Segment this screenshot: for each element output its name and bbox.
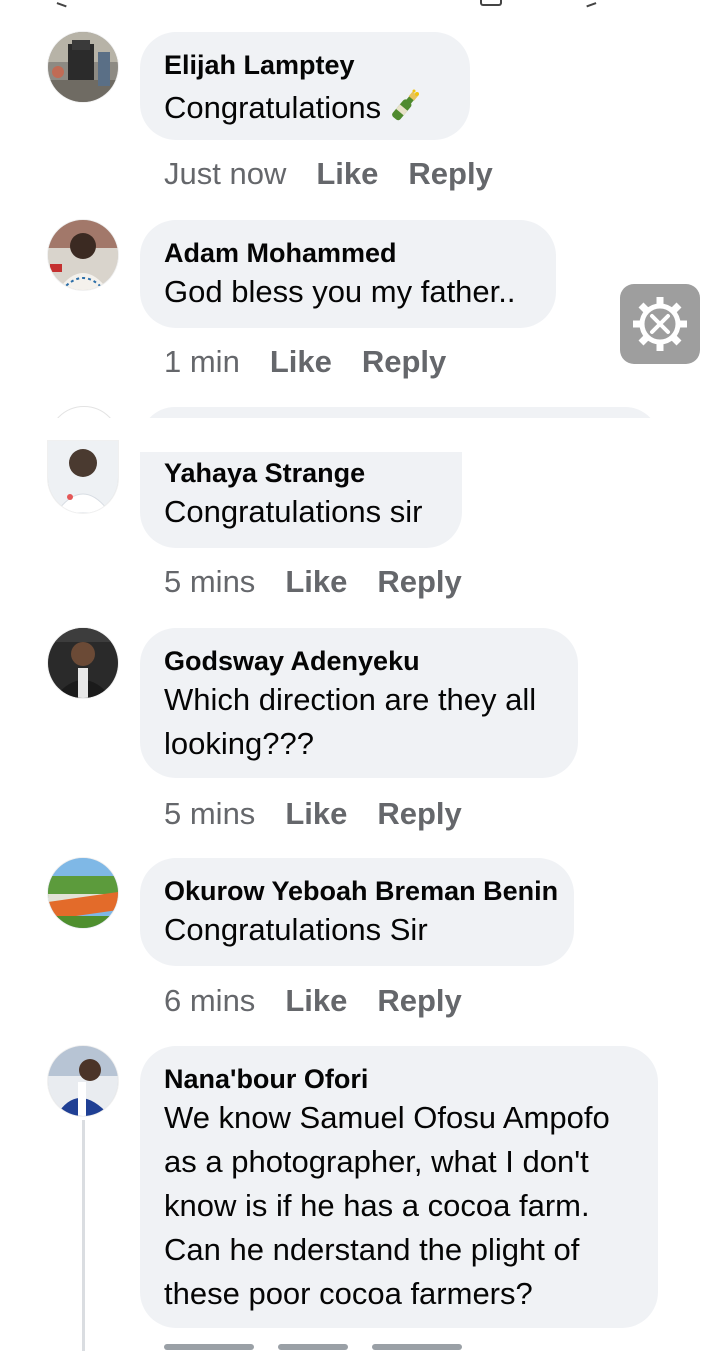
- comment-text: Congratulations sir: [164, 494, 423, 529]
- top-cut-status-area: [0, 0, 720, 8]
- cut-comment-strip: [0, 404, 720, 418]
- reply-button[interactable]: Reply: [377, 796, 461, 831]
- comment-actions: 6 mins Like Reply: [164, 981, 462, 1021]
- commenter-name[interactable]: Adam Mohammed: [164, 236, 532, 270]
- like-button[interactable]: Like: [285, 983, 347, 1018]
- avatar[interactable]: [48, 220, 118, 290]
- comment-time[interactable]: 5 mins: [164, 564, 255, 599]
- reply-button[interactable]: Reply: [377, 564, 461, 599]
- avatar[interactable]: [48, 32, 118, 102]
- champagne-bottle-icon: [387, 88, 423, 124]
- comment-text: We know Samuel Ofosu Ampofo as a photogr…: [164, 1100, 610, 1311]
- avatar[interactable]: [48, 1046, 118, 1116]
- comment-time[interactable]: 6 mins: [164, 983, 255, 1018]
- reply-thread-line: [82, 1120, 85, 1351]
- comment-time[interactable]: 1 min: [164, 344, 240, 379]
- avatar[interactable]: [48, 441, 118, 513]
- like-button[interactable]: Like: [270, 344, 332, 379]
- comment-bubble[interactable]: Godsway Adenyeku Which direction are the…: [140, 628, 578, 778]
- comment-bubble[interactable]: Yahaya Strange Congratulations sir: [140, 452, 462, 548]
- cut-comment-actions: [164, 1340, 584, 1352]
- reply-button[interactable]: Reply: [377, 983, 461, 1018]
- comment-actions: 1 min Like Reply: [164, 342, 446, 382]
- settings-overlay-button[interactable]: [620, 284, 700, 364]
- like-button[interactable]: Like: [285, 564, 347, 599]
- reply-button[interactable]: Reply: [362, 344, 446, 379]
- comment-bubble[interactable]: Nana'bour Ofori We know Samuel Ofosu Amp…: [140, 1046, 658, 1328]
- comment-actions: 5 mins Like Reply: [164, 794, 462, 834]
- comment-actions: 5 mins Like Reply: [164, 562, 462, 602]
- comment-time[interactable]: 5 mins: [164, 796, 255, 831]
- like-button[interactable]: Like: [316, 156, 378, 191]
- comment-text: God bless you my father..: [164, 274, 516, 309]
- reply-button[interactable]: Reply: [408, 156, 492, 191]
- comment-bubble[interactable]: Okurow Yeboah Breman Benin Congratulatio…: [140, 858, 574, 966]
- comment-bubble[interactable]: Elijah Lamptey Congratulations: [140, 32, 470, 140]
- avatar[interactable]: [48, 628, 118, 698]
- comment-time[interactable]: Just now: [164, 156, 286, 191]
- commenter-name[interactable]: Yahaya Strange: [164, 456, 438, 490]
- commenter-name[interactable]: Elijah Lamptey: [164, 48, 446, 82]
- commenter-name[interactable]: Okurow Yeboah Breman Benin: [164, 874, 558, 908]
- comment-bubble[interactable]: Adam Mohammed God bless you my father..: [140, 220, 556, 328]
- avatar[interactable]: [48, 858, 118, 928]
- commenter-name[interactable]: Godsway Adenyeku: [164, 644, 554, 678]
- like-button[interactable]: Like: [285, 796, 347, 831]
- commenter-name[interactable]: Nana'bour Ofori: [164, 1062, 634, 1096]
- comment-text: Congratulations: [164, 90, 382, 125]
- comment-text: Congratulations Sir: [164, 912, 428, 947]
- comment-text: Which direction are they all looking???: [164, 682, 537, 761]
- comment-actions: Just now Like Reply: [164, 154, 493, 194]
- settings-gear-icon: [633, 297, 687, 351]
